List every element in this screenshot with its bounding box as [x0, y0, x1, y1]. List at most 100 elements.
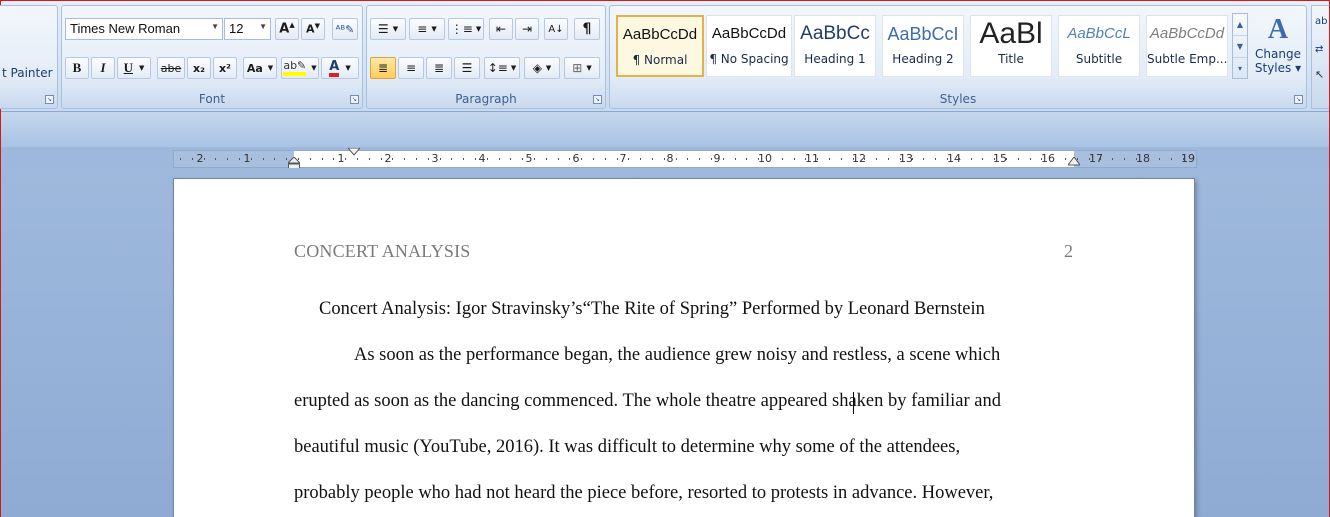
ruler-tick — [286, 158, 287, 160]
paragraph-line[interactable]: probably people who had not heard the pi… — [294, 483, 1074, 504]
chevron-down-icon[interactable]: ▼ — [311, 64, 316, 72]
paragraph-line[interactable]: As soon as the performance began, the au… — [354, 345, 1134, 366]
ruler-tick — [192, 158, 193, 160]
underline-icon: U — [123, 60, 133, 75]
paragraph-line[interactable]: beautiful music (YouTube, 2016). It was … — [294, 437, 1074, 458]
chevron-down-icon[interactable]: ▼ — [546, 64, 551, 72]
superscript-button[interactable]: x² — [213, 57, 237, 79]
change-case-button[interactable]: Aa ▼ — [243, 57, 277, 79]
underline-button[interactable]: U ▼ — [117, 57, 151, 79]
ruler-tick — [487, 158, 488, 160]
find-icon[interactable]: ab — [1315, 16, 1327, 27]
ruler-tick — [451, 158, 452, 160]
style-sample: AaBbCcDd — [711, 25, 787, 42]
change-styles-label-2: Styles ▾ — [1254, 61, 1302, 75]
ruler-tick — [581, 158, 582, 160]
ruler-number: 2 — [196, 152, 204, 165]
editing-group-partial: ab ⇄ ↖ — [1311, 5, 1329, 109]
replace-icon[interactable]: ⇄ — [1315, 44, 1323, 55]
ruler-tick — [628, 158, 629, 160]
line-spacing-button[interactable]: ↕≡ ▼ — [484, 57, 520, 79]
style-normal[interactable]: AaBbCcDd ¶ Normal — [616, 15, 704, 77]
grow-font-button[interactable]: A▲ — [275, 18, 299, 40]
decrease-indent-button[interactable]: ⇤ — [489, 18, 513, 40]
document-title[interactable]: Concert Analysis: Igor Stravinsky’s“The … — [319, 299, 1099, 320]
borders-button[interactable]: ⊞ ▼ — [564, 57, 600, 79]
ruler-tick — [569, 158, 570, 160]
ruler-number: 15 — [993, 152, 1007, 165]
style-heading-2[interactable]: AaBbCcI Heading 2 — [882, 15, 964, 77]
style-sample: AaBbCcI — [887, 24, 959, 44]
italic-button[interactable]: I — [91, 57, 115, 79]
ruler-tick — [298, 158, 299, 160]
right-indent-marker[interactable] — [1068, 157, 1080, 166]
scroll-down-icon[interactable]: ▼ — [1233, 36, 1247, 58]
chevron-down-icon[interactable]: ▼ — [345, 64, 350, 72]
subscript-button[interactable]: x₂ — [187, 57, 211, 79]
chevron-down-icon[interactable]: ▼ — [211, 22, 219, 31]
ruler-tick — [1148, 158, 1149, 160]
numbered-list-icon: ≡ — [417, 22, 428, 36]
style-title[interactable]: AaBl Title — [970, 15, 1052, 77]
ruler-tick — [900, 158, 901, 160]
style-name: Title — [998, 52, 1024, 66]
chevron-down-icon[interactable]: ▼ — [139, 64, 144, 72]
sort-button[interactable]: A↓ — [544, 18, 568, 40]
align-left-icon: ≣ — [377, 61, 389, 75]
chevron-down-icon[interactable]: ▼ — [259, 22, 267, 31]
ruler-tick — [864, 158, 865, 160]
chevron-down-icon[interactable]: ▼ — [431, 25, 436, 33]
scroll-up-icon[interactable]: ▲ — [1233, 14, 1247, 36]
shading-button[interactable]: ◈ ▼ — [524, 57, 560, 79]
paragraph-line[interactable]: erupted as soon as the dancing commenced… — [294, 391, 1074, 412]
font-size-combo[interactable]: 12 ▼ — [224, 18, 271, 40]
document-page[interactable]: CONCERT ANALYSIS 2 Concert Analysis: Igo… — [173, 178, 1195, 517]
paragraph-dialog-launcher-icon[interactable]: ↘ — [593, 95, 602, 104]
first-line-indent-marker[interactable] — [348, 148, 360, 156]
style-heading-1[interactable]: AaBbCc Heading 1 — [794, 15, 876, 77]
chevron-down-icon[interactable]: ▼ — [586, 64, 591, 72]
highlight-button[interactable]: ab✎ ▼ — [281, 57, 319, 79]
styles-dialog-launcher-icon[interactable]: ↘ — [1294, 95, 1303, 104]
ruler-tick — [982, 158, 983, 160]
font-color-button[interactable]: A ▼ — [321, 57, 359, 79]
pilcrow-icon: ¶ — [582, 21, 592, 37]
highlighter-icon: ab✎ — [283, 60, 307, 76]
justify-button[interactable]: ☰ — [454, 57, 480, 79]
format-painter-button[interactable]: t Painter — [2, 66, 53, 80]
ruler-tick — [558, 158, 559, 160]
align-left-button[interactable]: ≣ — [370, 57, 396, 79]
gallery-more-icon[interactable]: ▾ — [1233, 58, 1247, 80]
clear-formatting-button[interactable]: ᴬᴮ✎ — [332, 18, 358, 40]
style-subtitle[interactable]: AaBbCcL Subtitle — [1058, 15, 1140, 77]
horizontal-ruler[interactable]: 2 1 1 2 3 4 5 6 7 8 9 10 11 12 13 14 15 … — [173, 148, 1197, 171]
select-icon[interactable]: ↖ — [1315, 68, 1324, 81]
show-formatting-marks-button[interactable]: ¶ — [574, 18, 600, 40]
chevron-down-icon[interactable]: ▼ — [268, 64, 273, 72]
multilevel-list-button[interactable]: ⋮≡ ▼ — [448, 18, 484, 40]
style-no-spacing[interactable]: AaBbCcDd ¶ No Spacing — [706, 15, 792, 77]
chevron-down-icon[interactable]: ▼ — [393, 25, 398, 33]
running-header[interactable]: CONCERT ANALYSIS — [294, 241, 471, 262]
style-subtle-emphasis[interactable]: AaBbCcDd Subtle Emp... — [1146, 15, 1228, 77]
chevron-down-icon[interactable]: ▼ — [511, 64, 516, 72]
numbering-button[interactable]: ≡ ▼ — [409, 18, 445, 40]
styles-gallery-scroll[interactable]: ▲ ▼ ▾ — [1232, 13, 1248, 79]
shrink-font-button[interactable]: A▼ — [301, 18, 325, 40]
superscript-icon: x² — [219, 61, 231, 75]
ruler-tick — [1159, 158, 1160, 160]
style-sample: AaBbCcDd — [622, 26, 698, 43]
align-center-button[interactable]: ≡ — [398, 57, 424, 79]
font-name-combo[interactable]: Times New Roman ▼ — [65, 18, 223, 40]
bullets-button[interactable]: ☰ ▼ — [370, 18, 406, 40]
increase-indent-button[interactable]: ⇥ — [515, 18, 539, 40]
clipboard-dialog-launcher-icon[interactable]: ↘ — [45, 95, 54, 104]
bold-button[interactable]: B — [65, 57, 89, 79]
align-right-button[interactable]: ≣ — [426, 57, 452, 79]
strikethrough-button[interactable]: abe — [157, 57, 185, 79]
font-dialog-launcher-icon[interactable]: ↘ — [350, 95, 359, 104]
change-styles-button[interactable]: A Change Styles ▾ — [1251, 13, 1305, 91]
chevron-down-icon[interactable]: ▼ — [476, 25, 481, 33]
ribbon: t Painter ↘ Times New Roman ▼ 12 ▼ A▲ A▼… — [0, 1, 1329, 112]
page-number[interactable]: 2 — [1064, 241, 1073, 262]
